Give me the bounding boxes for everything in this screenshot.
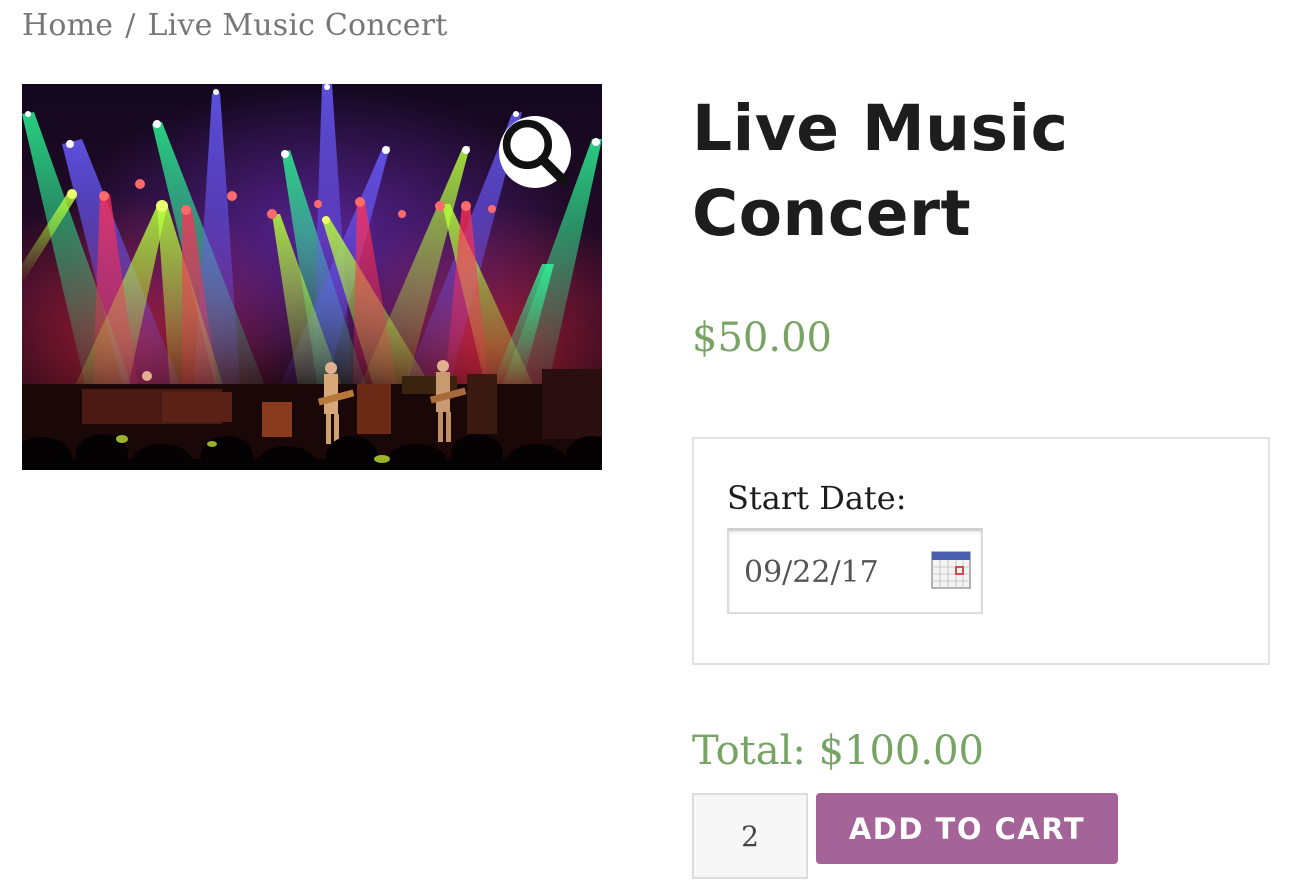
quantity-input[interactable] bbox=[692, 793, 808, 879]
breadcrumb-current: Live Music Concert bbox=[147, 8, 448, 43]
breadcrumb: Home / Live Music Concert bbox=[22, 8, 448, 43]
product-price: $50.00 bbox=[692, 315, 832, 361]
zoom-magnifier-icon bbox=[502, 119, 569, 186]
add-to-cart-button[interactable]: ADD TO CART bbox=[816, 793, 1118, 864]
product-image[interactable] bbox=[22, 84, 602, 470]
breadcrumb-separator: / bbox=[125, 8, 136, 43]
zoom-button[interactable] bbox=[499, 116, 571, 188]
start-date-field[interactable]: 09/22/17 bbox=[727, 528, 983, 614]
order-total: Total: $100.00 bbox=[692, 728, 984, 774]
product-title: Live Music Concert bbox=[692, 92, 1069, 250]
breadcrumb-home-link[interactable]: Home bbox=[22, 8, 113, 43]
start-date-value: 09/22/17 bbox=[744, 555, 879, 590]
booking-options-box: Start Date: 09/22/17 bbox=[692, 437, 1270, 665]
calendar-icon[interactable] bbox=[931, 551, 971, 589]
start-date-label: Start Date: bbox=[727, 479, 907, 517]
